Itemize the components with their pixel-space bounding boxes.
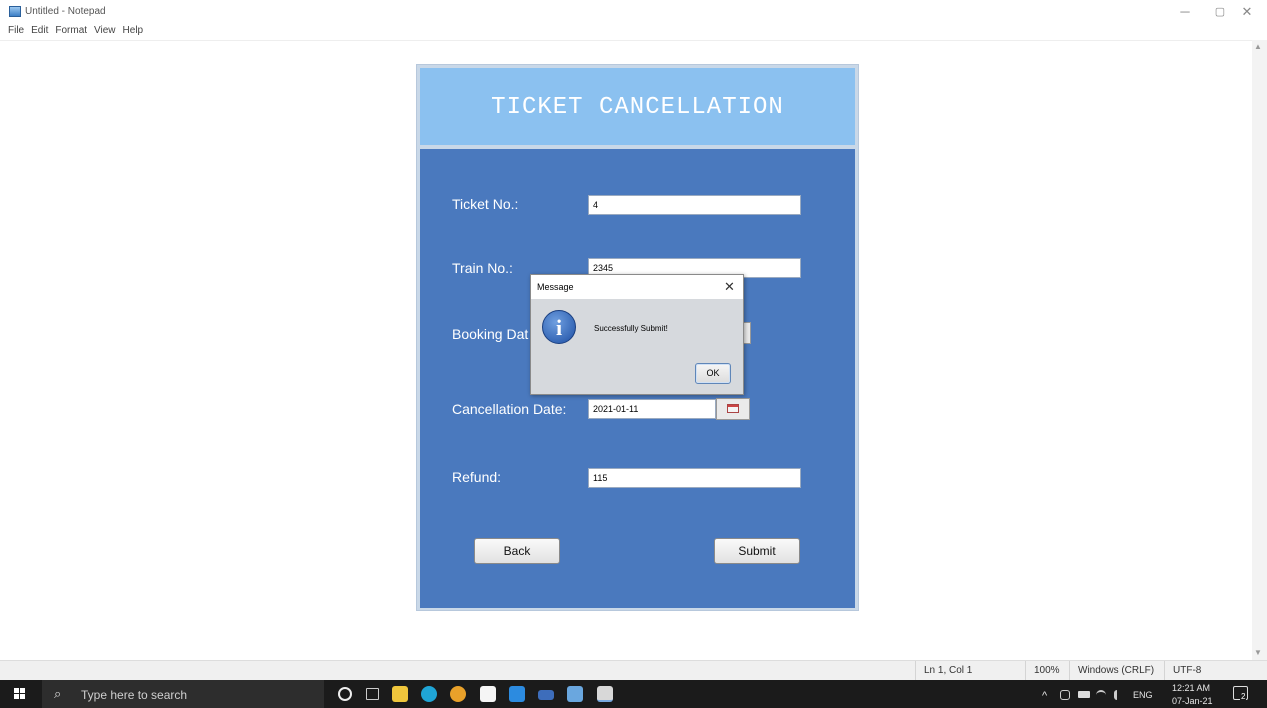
submit-button[interactable]: Submit [714,538,800,564]
cancellation-date-calendar-button[interactable] [716,398,750,420]
chrome-browser-icon[interactable] [450,686,466,702]
vertical-scrollbar[interactable] [1252,40,1267,660]
search-placeholder: Type here to search [81,688,188,702]
battery-icon[interactable] [1078,691,1090,698]
window-title: Untitled - Notepad [25,6,106,17]
menu-edit[interactable]: Edit [31,22,48,40]
dialog-titlebar: Message ✕ [531,275,743,299]
edge-browser-icon[interactable] [421,686,437,702]
file-explorer-icon[interactable] [392,686,408,702]
refund-input[interactable]: 115 [588,468,801,488]
java-app-icon[interactable] [597,686,613,702]
scroll-down-icon[interactable]: ▼ [1254,648,1262,657]
task-view-icon[interactable] [366,688,379,700]
ticket-no-label: Ticket No.: [452,196,519,212]
back-button[interactable]: Back [474,538,560,564]
windows-start-icon[interactable] [14,688,26,700]
message-dialog: Message ✕ i Successfully Submit! OK [530,274,744,395]
cancellation-date-label: Cancellation Date: [452,401,567,417]
ticket-no-input[interactable]: 4 [588,195,801,215]
menu-format[interactable]: Format [55,22,87,40]
booking-date-label: Booking Dat [452,326,529,342]
status-bar: Ln 1, Col 1 100% Windows (CRLF) UTF-8 [0,660,1267,681]
notification-count: 2 [1240,692,1247,701]
store-icon[interactable] [480,686,496,702]
dialog-close-icon[interactable]: ✕ [724,279,735,295]
search-icon: ⌕ [54,686,62,701]
scroll-up-icon[interactable]: ▲ [1254,42,1262,51]
network-icon[interactable] [1060,690,1070,700]
info-icon: i [542,310,576,344]
taskbar: ⌕ Type here to search [0,680,1267,708]
maximize-button[interactable]: ▢ [1205,3,1235,21]
app-icon[interactable] [509,686,525,702]
menu-file[interactable]: File [8,22,24,40]
train-no-label: Train No.: [452,260,513,276]
taskbar-search-box[interactable]: ⌕ Type here to search [42,680,324,708]
status-encoding: UTF-8 [1164,661,1267,681]
minimize-button[interactable]: ─ [1170,3,1200,21]
volume-icon[interactable] [1114,690,1124,700]
notepad-taskbar-icon[interactable] [567,686,583,702]
ok-button[interactable]: OK [695,363,731,384]
cortana-icon[interactable] [338,687,352,701]
notepad-app-icon [9,6,21,17]
dialog-message: Successfully Submit! [594,324,668,333]
form-header: TICKET CANCELLATION [420,68,855,145]
menu-help[interactable]: Help [123,22,144,40]
terminal-icon[interactable] [538,690,554,700]
dialog-title: Message [537,282,574,292]
status-zoom: 100% [1025,661,1069,681]
notepad-titlebar: Untitled - Notepad ─ ▢ ✕ [0,0,1267,22]
close-button[interactable]: ✕ [1232,3,1262,21]
status-cursor-position: Ln 1, Col 1 [915,661,1025,681]
menu-bar: File Edit Format View Help [0,22,1267,40]
booking-date-calendar-button[interactable] [743,322,751,344]
form-heading: TICKET CANCELLATION [491,94,784,121]
menu-view[interactable]: View [94,22,116,40]
clock-date[interactable]: 07-Jan-21 [1172,696,1213,706]
wifi-icon[interactable] [1096,690,1106,700]
cancellation-date-input[interactable]: 2021-01-11 [588,399,716,419]
tray-chevron-icon[interactable]: ^ [1042,690,1047,702]
refund-label: Refund: [452,469,502,485]
clock-time[interactable]: 12:21 AM [1172,683,1210,693]
calendar-icon [727,404,739,413]
language-indicator[interactable]: ENG [1133,690,1153,700]
status-line-ending: Windows (CRLF) [1069,661,1164,681]
